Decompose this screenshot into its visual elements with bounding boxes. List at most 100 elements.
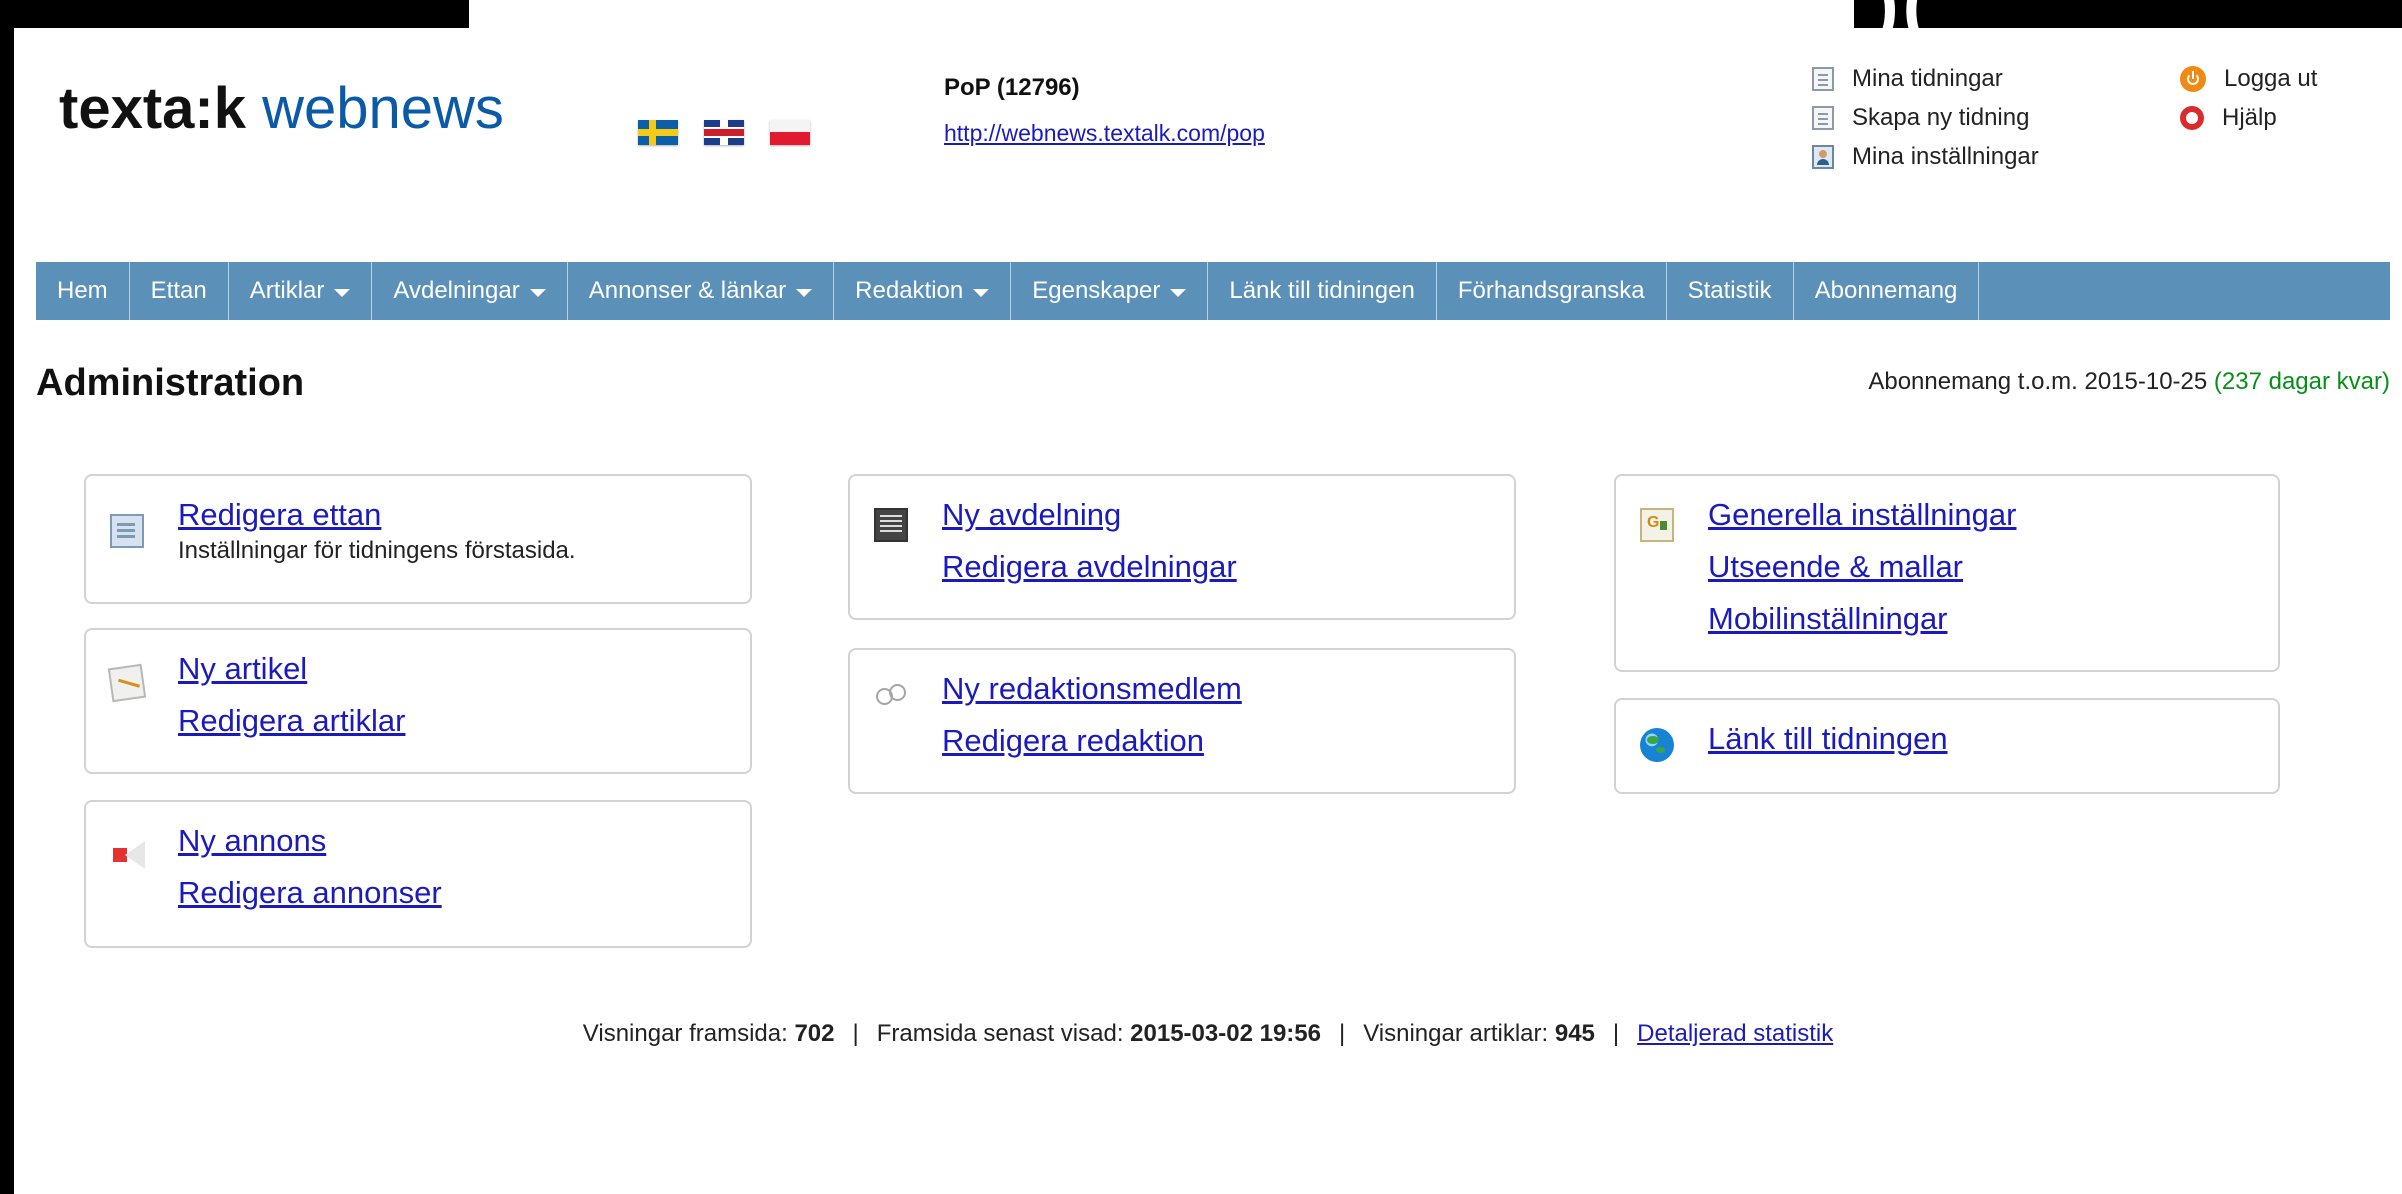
session-links: Logga ut Hjälp	[2180, 62, 2317, 140]
create-newspaper-label: Skapa ny tidning	[1852, 103, 2030, 131]
edit-articles-link[interactable]: Redigera artiklar	[178, 700, 405, 742]
nav-item-lank-till-tidningen[interactable]: Länk till tidningen	[1208, 262, 1437, 320]
nav-item-avdelningar[interactable]: Avdelningar	[372, 262, 568, 320]
power-icon	[2180, 65, 2206, 92]
card-sections: Ny avdelning Redigera avdelningar	[848, 474, 1516, 620]
swedish-flag-icon[interactable]	[638, 120, 678, 145]
my-newspapers-label: Mina tidningar	[1852, 64, 2003, 92]
ad-links: Ny annons Redigera annonser	[178, 823, 442, 914]
new-section-link[interactable]: Ny avdelning	[942, 494, 1237, 536]
chevron-down-icon	[529, 289, 546, 297]
front-views-label: Visningar framsida:	[582, 1020, 788, 1047]
document-icon	[1812, 66, 1834, 91]
front-page-description: Inställningar för tidningens förstasida.	[178, 537, 576, 564]
statistics-summary: Visningar framsida: 702 | Framsida senast …	[14, 1020, 2402, 1048]
mobile-settings-link[interactable]: Mobilinställningar	[1708, 598, 2016, 640]
nav-item-hem[interactable]: Hem	[36, 262, 130, 320]
section-links: Ny avdelning Redigera avdelningar	[942, 497, 1237, 588]
my-settings-link[interactable]: Mina inställningar	[1812, 140, 2039, 173]
article-views-label: Visningar artiklar:	[1363, 1020, 1549, 1047]
chevron-down-icon	[334, 289, 351, 297]
card-settings: Generella inställningar Utseende & malla…	[1614, 474, 2280, 672]
link-to-newspaper[interactable]: Länk till tidningen	[1708, 718, 1948, 760]
page: )( texta:k webnews PoP (12796) http://we…	[14, 0, 2402, 1194]
nav-label: Egenskaper	[1032, 277, 1161, 304]
help-link[interactable]: Hjälp	[2180, 101, 2317, 134]
stats-separator: |	[1612, 1020, 1620, 1047]
newspaper-link-group: Länk till tidningen	[1708, 721, 1948, 760]
article-links: Ny artikel Redigera artiklar	[178, 651, 405, 742]
account-summary: PoP (12796) http://webnews.textalk.com/p…	[944, 74, 1265, 147]
card-editorial: Ny redaktionsmedlem Redigera redaktion	[848, 648, 1516, 794]
general-settings-link[interactable]: Generella inställningar	[1708, 494, 2016, 536]
edit-article-icon	[107, 663, 147, 703]
logo-webnews: webnews	[245, 76, 504, 141]
last-view-value: 2015-03-02 19:56	[1130, 1020, 1321, 1047]
settings-icon	[1640, 508, 1674, 542]
english-flag-icon[interactable]	[704, 120, 744, 145]
edit-ads-link[interactable]: Redigera annonser	[178, 872, 442, 914]
new-ad-link[interactable]: Ny annons	[178, 820, 442, 862]
nav-item-statistik[interactable]: Statistik	[1667, 262, 1794, 320]
edit-editorial-link[interactable]: Redigera redaktion	[942, 720, 1242, 762]
front-page-links: Redigera ettan Inställningar för tidning…	[178, 497, 576, 566]
nav-label: Förhandsgranska	[1457, 277, 1645, 304]
nav-item-redaktion[interactable]: Redaktion	[834, 262, 1012, 320]
top-strip-light	[469, 0, 1854, 28]
globe-icon	[1640, 728, 1674, 762]
nav-label: Redaktion	[855, 277, 964, 304]
nav-label: Avdelningar	[393, 277, 520, 304]
front-views-value: 702	[794, 1020, 835, 1047]
top-strip-glyph: )(	[1874, 0, 1932, 46]
page-title: Administration	[36, 362, 305, 404]
card-front-page: Redigera ettan Inställningar för tidning…	[84, 474, 752, 604]
nav-label: Ettan	[150, 277, 207, 304]
chevron-down-icon	[973, 289, 990, 297]
account-title: PoP (12796)	[944, 74, 1080, 101]
my-settings-label: Mina inställningar	[1852, 142, 2039, 170]
logout-link[interactable]: Logga ut	[2180, 62, 2317, 95]
polish-flag-icon[interactable]	[770, 120, 810, 145]
nav-item-forhandsgranska[interactable]: Förhandsgranska	[1437, 262, 1667, 320]
people-icon	[874, 682, 908, 716]
my-newspapers-link[interactable]: Mina tidningar	[1812, 62, 2039, 95]
help-label: Hjälp	[2222, 103, 2277, 131]
stats-separator: |	[852, 1020, 859, 1047]
logout-label: Logga ut	[2224, 64, 2318, 92]
card-articles: Ny artikel Redigera artiklar	[84, 628, 752, 774]
chevron-down-icon	[1170, 289, 1187, 297]
nav-label: Statistik	[1687, 277, 1772, 304]
nav-item-artiklar[interactable]: Artiklar	[229, 262, 373, 320]
nav-label: Annonser & länkar	[588, 277, 787, 304]
nav-label: Länk till tidningen	[1229, 277, 1415, 304]
nav-label: Hem	[57, 277, 108, 304]
nav-item-annonser-lankar[interactable]: Annonser & länkar	[568, 262, 835, 320]
nav-label: Abonnemang	[1814, 277, 1958, 304]
days-remaining: (237 dagar kvar)	[2213, 368, 2390, 395]
user-links: Mina tidningar Skapa ny tidning Mina ins…	[1812, 62, 2039, 179]
nav-label: Artiklar	[249, 277, 325, 304]
user-settings-icon	[1812, 144, 1834, 169]
appearance-templates-link[interactable]: Utseende & mallar	[1708, 546, 2016, 588]
detailed-statistics-link[interactable]: Detaljerad statistik	[1637, 1020, 1833, 1047]
main-navigation: Hem Ettan Artiklar Avdelningar Annonser …	[36, 262, 2390, 320]
settings-links: Generella inställningar Utseende & malla…	[1708, 497, 2016, 640]
card-newspaper-link: Länk till tidningen	[1614, 698, 2280, 794]
megaphone-icon	[110, 838, 144, 872]
newspaper-url-link[interactable]: http://webnews.textalk.com/pop	[944, 120, 1265, 147]
stats-separator: |	[1338, 1020, 1346, 1047]
edit-sections-link[interactable]: Redigera avdelningar	[942, 546, 1237, 588]
webnews-logo[interactable]: texta:k webnews	[59, 80, 504, 138]
card-ads: Ny annons Redigera annonser	[84, 800, 752, 948]
newspaper-icon	[874, 508, 908, 542]
nav-item-ettan[interactable]: Ettan	[130, 262, 229, 320]
new-editor-link[interactable]: Ny redaktionsmedlem	[942, 668, 1242, 710]
nav-item-egenskaper[interactable]: Egenskaper	[1011, 262, 1209, 320]
edit-front-page-link[interactable]: Redigera ettan	[178, 494, 576, 536]
create-newspaper-link[interactable]: Skapa ny tidning	[1812, 101, 2039, 134]
last-view-label: Framsida senast visad:	[876, 1020, 1124, 1047]
help-icon	[2180, 105, 2204, 130]
nav-item-abonnemang[interactable]: Abonnemang	[1794, 262, 1980, 320]
article-views-value: 945	[1554, 1020, 1595, 1047]
new-article-link[interactable]: Ny artikel	[178, 648, 405, 690]
